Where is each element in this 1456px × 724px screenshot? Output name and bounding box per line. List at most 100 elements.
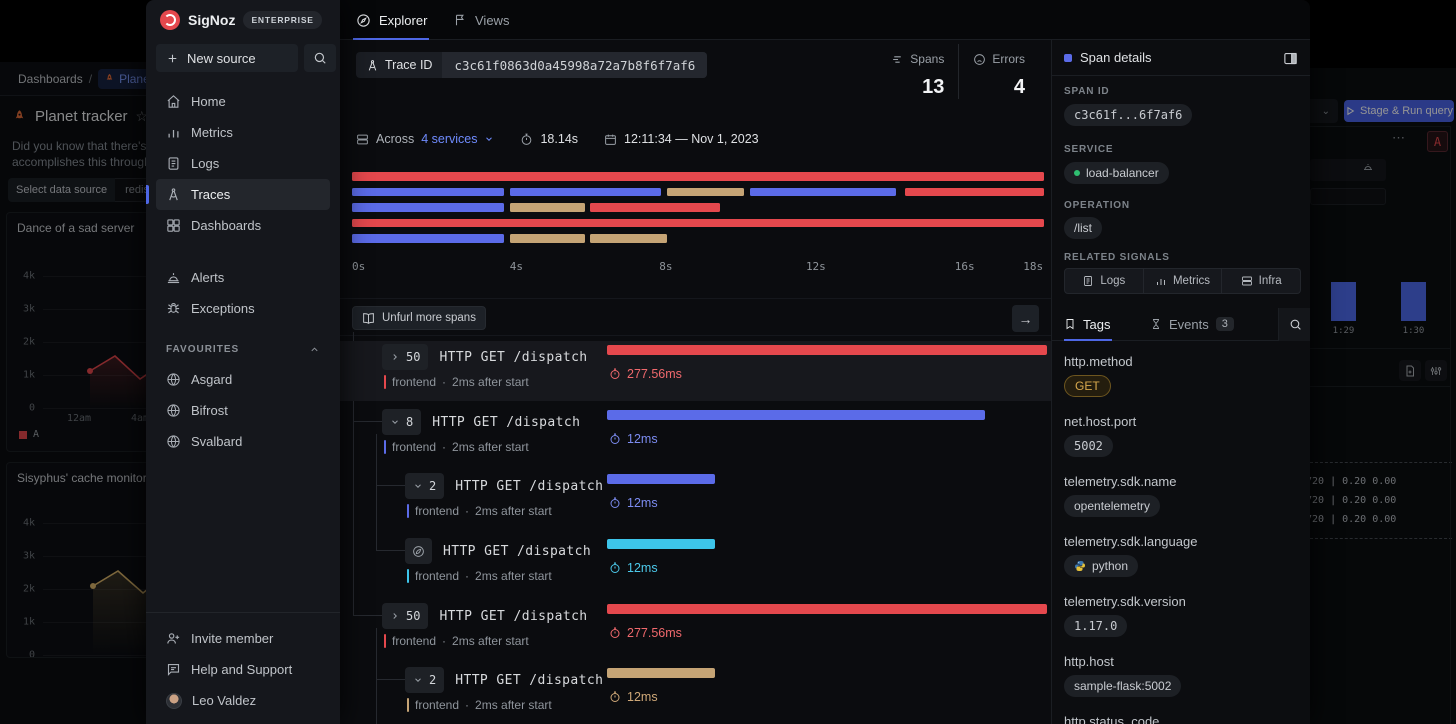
operation-value[interactable]: /list [1064, 217, 1102, 239]
stopwatch-icon [609, 433, 621, 445]
page-title: Planet tracker ☆ [12, 108, 146, 125]
span-row[interactable]: 2 HTTP GET /dispatch frontend · 2ms afte… [340, 470, 1051, 530]
related-logs-button[interactable]: Logs [1064, 268, 1144, 294]
tab-tags[interactable]: Tags [1064, 308, 1110, 340]
more-menu-icon[interactable]: ⋯ [1392, 130, 1407, 146]
rocket-icon [12, 109, 27, 124]
span-duration-bar[interactable] [607, 539, 715, 549]
span-duration: 12ms [609, 561, 658, 575]
tags-search-button[interactable] [1278, 308, 1310, 341]
signoz-logo-icon [160, 10, 180, 30]
span-row[interactable]: 8 HTTP GET /dispatch frontend · 2ms afte… [340, 406, 1051, 466]
collapse-toggle[interactable]: 2 [405, 473, 444, 499]
query-a-badge[interactable]: A [1427, 131, 1448, 152]
expand-toggle[interactable]: 50 [382, 344, 428, 370]
sidebar-search-button[interactable] [304, 44, 336, 72]
dropdown-collapsed[interactable]: ⌄ [1310, 99, 1338, 123]
search-icon [1289, 318, 1302, 331]
sidebar-item-alerts[interactable]: Alerts [156, 262, 330, 293]
query-input-row[interactable] [1310, 188, 1386, 205]
sidebar-item-traces[interactable]: Traces [156, 179, 330, 210]
star-icon[interactable]: ☆ [136, 108, 146, 125]
trace-duration-meta: 18.14s [520, 132, 578, 146]
tag-value: GET [1064, 375, 1111, 397]
span-duration-bar[interactable] [607, 474, 715, 484]
span-row[interactable]: 2 HTTP GET /dispatch frontend · 2ms afte… [340, 664, 1051, 724]
rocket-icon [104, 73, 115, 84]
collapse-panel-icon[interactable] [1279, 48, 1301, 68]
home-icon [166, 94, 181, 109]
trace-id-value[interactable]: c3c61f0863d0a45998a72a7b8f6f7af6 [442, 52, 707, 78]
service-name: frontend [415, 504, 459, 518]
sidebar-item-home[interactable]: Home [156, 86, 330, 117]
breadcrumb-current[interactable]: Planet tra [98, 69, 146, 89]
select-data-source-button[interactable]: Select data source [8, 178, 115, 202]
trace-explorer-overlay: Explorer Views Trace ID c3c61f0863d0a459… [340, 0, 1310, 724]
spans-count: 13 [922, 76, 944, 99]
breadcrumb-root[interactable]: Dashboards [18, 72, 83, 86]
span-duration-bar[interactable] [607, 345, 1047, 355]
sidebar-fav-svalbard[interactable]: Svalbard [156, 426, 330, 457]
tab-events[interactable]: Events 3 [1150, 308, 1234, 340]
next-arrow-button[interactable]: → [1012, 305, 1039, 332]
user-menu[interactable]: Leo Valdez [156, 685, 330, 716]
stopwatch-icon [609, 627, 621, 639]
details-tabs: Tags Events 3 [1052, 308, 1310, 341]
span-id-value[interactable]: c3c61f...6f7af6 [1064, 104, 1192, 126]
stage-run-query-button[interactable]: Stage & Run query [1344, 100, 1454, 122]
export-file-icon[interactable] [1399, 360, 1421, 381]
server-icon [1241, 275, 1253, 287]
unfurl-more-spans-button[interactable]: Unfurl more spans [352, 306, 486, 330]
services-link[interactable]: 4 services [421, 132, 477, 146]
related-infra-button[interactable]: Infra [1222, 268, 1301, 294]
minimap-time-axis: 0s4s8s12s16s18s [352, 260, 1044, 274]
bell-icon[interactable] [1362, 161, 1374, 173]
axis-tick-label: 0s [352, 260, 365, 273]
service-accent [407, 504, 409, 518]
data-source-select[interactable]: redis-1 [115, 178, 146, 202]
span-duration-bar[interactable] [607, 410, 985, 420]
chevron-down-icon [484, 134, 494, 144]
help-support-button[interactable]: Help and Support [156, 654, 330, 685]
y-tick-label: 4k [23, 518, 35, 529]
sidebar-item-exceptions[interactable]: Exceptions [156, 293, 330, 324]
tag-value: 5002 [1064, 435, 1113, 457]
related-metrics-button[interactable]: Metrics [1144, 268, 1223, 294]
new-source-button[interactable]: New source [156, 44, 298, 72]
services-meta[interactable]: Across 4 services [356, 132, 494, 146]
bar-chart-icon [166, 125, 181, 140]
settings-sliders-icon[interactable] [1425, 360, 1447, 381]
sad-face-icon [973, 53, 986, 66]
bar-chart-icon [1155, 275, 1167, 287]
span-duration-bar[interactable] [607, 668, 715, 678]
tab-views[interactable]: Views [453, 0, 509, 40]
collapse-toggle[interactable]: 2 [405, 667, 444, 693]
axis-tick-label: 12s [806, 260, 826, 273]
stopwatch-icon [609, 368, 621, 380]
avatar [166, 693, 182, 709]
span-row[interactable]: 50 HTTP GET /dispatch frontend · 2ms aft… [340, 600, 1051, 660]
query-input-row[interactable] [1310, 159, 1386, 181]
chart-card-sad-server: Dance of a sad server 4k3k2k1k0 12am 4am… [6, 212, 146, 452]
span-duration-bar[interactable] [607, 604, 1047, 614]
span-row[interactable]: 50 HTTP GET /dispatch frontend · 2ms aft… [340, 341, 1051, 401]
collapse-toggle[interactable]: 8 [382, 409, 421, 435]
invite-member-button[interactable]: Invite member [156, 623, 330, 654]
span-name: HTTP GET /dispatch [455, 479, 603, 494]
sidebar-fav-asgard[interactable]: Asgard [156, 364, 330, 395]
span-row[interactable]: HTTP GET /dispatch frontend · 2ms after … [340, 535, 1051, 595]
trace-icon [366, 59, 379, 72]
service-value[interactable]: load-balancer [1064, 162, 1169, 184]
play-icon [1345, 106, 1355, 116]
sidebar-item-metrics[interactable]: Metrics [156, 117, 330, 148]
breadcrumb: Dashboards / Planet tra [0, 62, 146, 96]
expand-toggle[interactable]: 50 [382, 603, 428, 629]
sidebar-item-logs[interactable]: Logs [156, 148, 330, 179]
span-name: HTTP GET /dispatch [432, 415, 580, 430]
axis-tick-label: 4s [510, 260, 523, 273]
trace-minimap[interactable] [352, 168, 1044, 248]
tab-explorer[interactable]: Explorer [356, 0, 427, 40]
sidebar-fav-bifrost[interactable]: Bifrost [156, 395, 330, 426]
favourites-header[interactable]: FAVOURITES [156, 344, 330, 355]
sidebar-item-dashboards[interactable]: Dashboards [156, 210, 330, 241]
